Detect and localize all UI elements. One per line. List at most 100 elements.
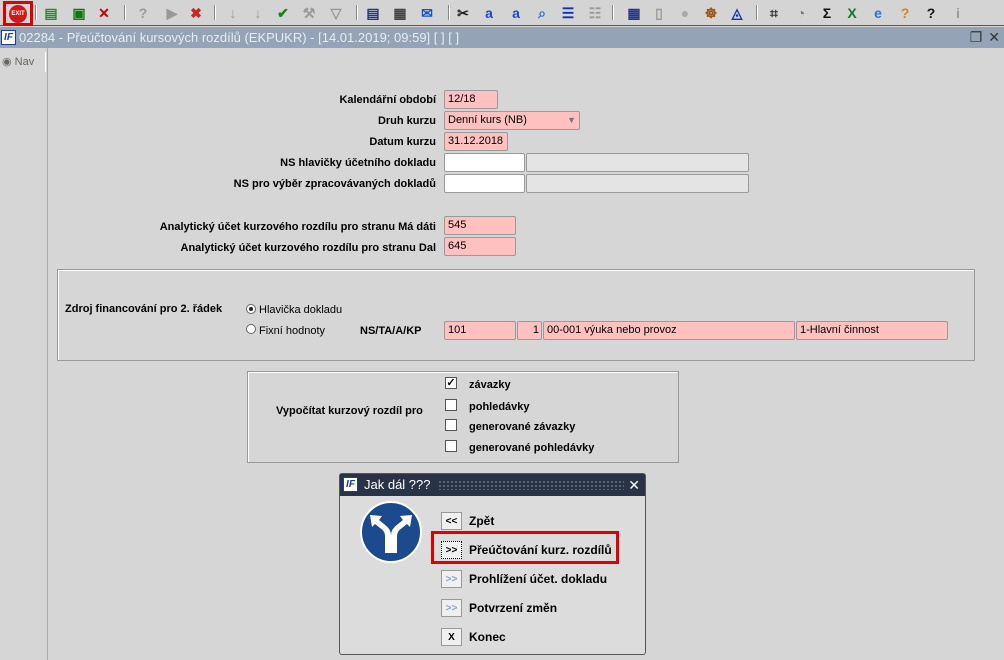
radio-hlavicka-dokladu[interactable]	[246, 304, 256, 314]
datum-kurzu-field[interactable]: 31.12.2018	[444, 132, 508, 151]
prohlizeni-button[interactable]: >>	[441, 570, 462, 588]
delete-record-icon[interactable]: ✕	[94, 3, 114, 23]
generovane-zavazky-label: generované závazky	[469, 421, 576, 433]
commit-check-icon[interactable]: ✔	[273, 3, 293, 23]
ns-hlavicky-desc	[526, 153, 749, 172]
preuctovani-label: Přeúčtování kurz. rozdílů	[469, 543, 612, 557]
sort-descending-icon[interactable]: ↓	[248, 3, 268, 23]
dialog-title: Jak dál ???	[364, 477, 431, 492]
pohledavky-label: pohledávky	[469, 401, 530, 413]
ns-hlavicky-field[interactable]	[444, 153, 525, 172]
filter-icon[interactable]: ▽	[326, 3, 346, 23]
toolbar-separator	[214, 5, 216, 20]
ucet-ma-dati-label: Analytický účet kurzového rozdílu pro st…	[159, 221, 436, 233]
nav-tab-label: Nav	[14, 56, 35, 68]
sum-icon[interactable]: Σ	[817, 3, 837, 23]
ns-ta-a-kp-label: NS/TA/A/KP	[360, 325, 422, 337]
restore-icon[interactable]: ❐	[970, 29, 983, 46]
checkbox-generovane-pohledavky[interactable]	[445, 440, 457, 452]
radio-icon: ◉	[2, 56, 12, 68]
datum-kurzu-label: Datum kurzu	[369, 136, 436, 148]
toolbar-separator	[756, 5, 758, 20]
zpet-button[interactable]: <<	[441, 512, 462, 530]
vypocitat-label: Vypočítat kurzový rozdíl pro	[276, 405, 423, 417]
toolbar: EXIT ▤ ▣ ✕? ▶ ✖ ↓ ↓ ✔ ⚒ ▽ ▤ ▦ ✉ ✂ a a ⌕ ☰ ☷ ▦ ▯ ● ☸ ◬ ⌗ ◔ Σ Xe?? i	[0, 0, 1004, 26]
print-multiple-icon[interactable]: ▦	[390, 3, 410, 23]
title-bar-grip	[438, 480, 624, 490]
app-logo: IF	[343, 477, 358, 492]
toolbar-separator	[448, 5, 450, 20]
copy-record-icon[interactable]: ▣	[69, 3, 89, 23]
potvrzeni-label: Potvrzení změn	[469, 601, 558, 615]
druh-kurzu-select[interactable]: Denní kurs (NB) ▼	[444, 111, 580, 130]
zavazky-label: závazky	[469, 379, 511, 391]
query-icon[interactable]: ?	[133, 3, 153, 23]
list-indent-icon[interactable]: ☰	[558, 3, 578, 23]
radio-fixni-hodnoty[interactable]	[246, 324, 256, 334]
ns-vyber-field[interactable]	[444, 174, 525, 193]
ns-hlavicky-label: NS hlavičky účetního dokladu	[280, 157, 436, 169]
potvrzeni-button[interactable]: >>	[441, 599, 462, 617]
replace-text-icon[interactable]: a	[479, 3, 499, 23]
check-icon: ✓	[446, 377, 456, 389]
internet-explorer-icon[interactable]: e	[868, 3, 888, 23]
ns-vyber-desc	[526, 174, 749, 193]
ucet-dal-label: Analytický účet kurzového rozdílu pro st…	[180, 242, 437, 254]
replace-swap-icon[interactable]: a	[506, 3, 526, 23]
ucet-ma-dati-field[interactable]: 545	[444, 216, 516, 235]
help-icon[interactable]: ?	[921, 3, 941, 23]
generovane-pohledavky-label: generované pohledávky	[469, 442, 595, 454]
search-magnifier-icon[interactable]: ⌕	[532, 3, 552, 23]
a-field[interactable]: 00-001 výuka nebo provoz	[543, 321, 795, 340]
close-window-icon[interactable]: ✕	[988, 29, 1000, 46]
kalendarni-obdobi-field[interactable]: 12/18	[444, 90, 498, 109]
dialog-close-icon[interactable]: ✕	[628, 474, 640, 496]
chart-icon[interactable]: ⌗	[764, 3, 784, 23]
execute-query-icon[interactable]: ▶	[162, 3, 182, 23]
clock-icon[interactable]: ◔	[791, 3, 811, 23]
kp-field[interactable]: 1-Hlavní činnost	[796, 321, 948, 340]
wrench-icon[interactable]: ⚒	[299, 3, 319, 23]
chevron-down-icon: ▼	[567, 115, 576, 125]
ucet-dal-field[interactable]: 645	[444, 237, 516, 256]
toolbar-separator	[35, 5, 37, 20]
help-context-icon[interactable]: ?	[895, 3, 915, 23]
scissors-icon[interactable]: ✂	[453, 3, 473, 23]
druh-kurzu-label: Druh kurzu	[377, 115, 436, 127]
preuctovani-button[interactable]: >>	[441, 541, 462, 559]
nav-tab[interactable]: ◉ Nav	[0, 52, 46, 72]
add-record-icon[interactable]: ▤	[41, 3, 61, 23]
window-title-bar: IF 02284 - Přeúčtování kursových rozdílů…	[0, 27, 1004, 48]
druh-kurzu-value: Denní kurs (NB)	[448, 114, 527, 126]
document-icon[interactable]: ▯	[649, 3, 669, 23]
zpet-label: Zpět	[469, 514, 495, 528]
checkbox-pohledavky[interactable]	[445, 399, 457, 411]
cancel-query-icon[interactable]: ✖	[186, 3, 206, 23]
ta-field[interactable]: 1	[517, 321, 542, 340]
radio-hlavicka-label: Hlavička dokladu	[259, 304, 343, 316]
eye-triangle-icon[interactable]: ◬	[727, 3, 747, 23]
kalendarni-obdobi-label: Kalendářní období	[339, 94, 436, 106]
exit-button[interactable]: EXIT	[3, 1, 33, 26]
sort-ascending-icon[interactable]: ↓	[223, 3, 243, 23]
toolbar-separator	[124, 5, 126, 20]
toolbar-separator	[612, 5, 614, 20]
tree-list-icon[interactable]: ☷	[585, 3, 605, 23]
nav-panel: ◉ Nav	[0, 48, 48, 660]
ship-wheel-icon[interactable]: ☸	[701, 3, 721, 23]
checkbox-generovane-zavazky[interactable]	[445, 419, 457, 431]
ns-field[interactable]: 101	[444, 321, 516, 340]
direction-sign-icon	[360, 501, 422, 563]
info-icon[interactable]: i	[948, 3, 968, 23]
print-icon[interactable]: ▤	[363, 3, 383, 23]
excel-icon[interactable]: X	[842, 3, 862, 23]
konec-button[interactable]: X	[441, 628, 462, 646]
mail-icon[interactable]: ✉	[417, 3, 437, 23]
checkbox-zavazky[interactable]: ✓	[445, 377, 457, 389]
toolbar-separator	[356, 5, 358, 20]
jak-dal-dialog: IF Jak dál ??? ✕ << Zpět >> Přeúčtování …	[339, 473, 646, 655]
globe-icon[interactable]: ●	[675, 3, 695, 23]
ns-vyber-label: NS pro výběr zpracovávaných dokladů	[233, 178, 436, 190]
form-calculator-icon[interactable]: ▦	[624, 3, 644, 23]
zdroj-financovani-group	[57, 269, 975, 361]
